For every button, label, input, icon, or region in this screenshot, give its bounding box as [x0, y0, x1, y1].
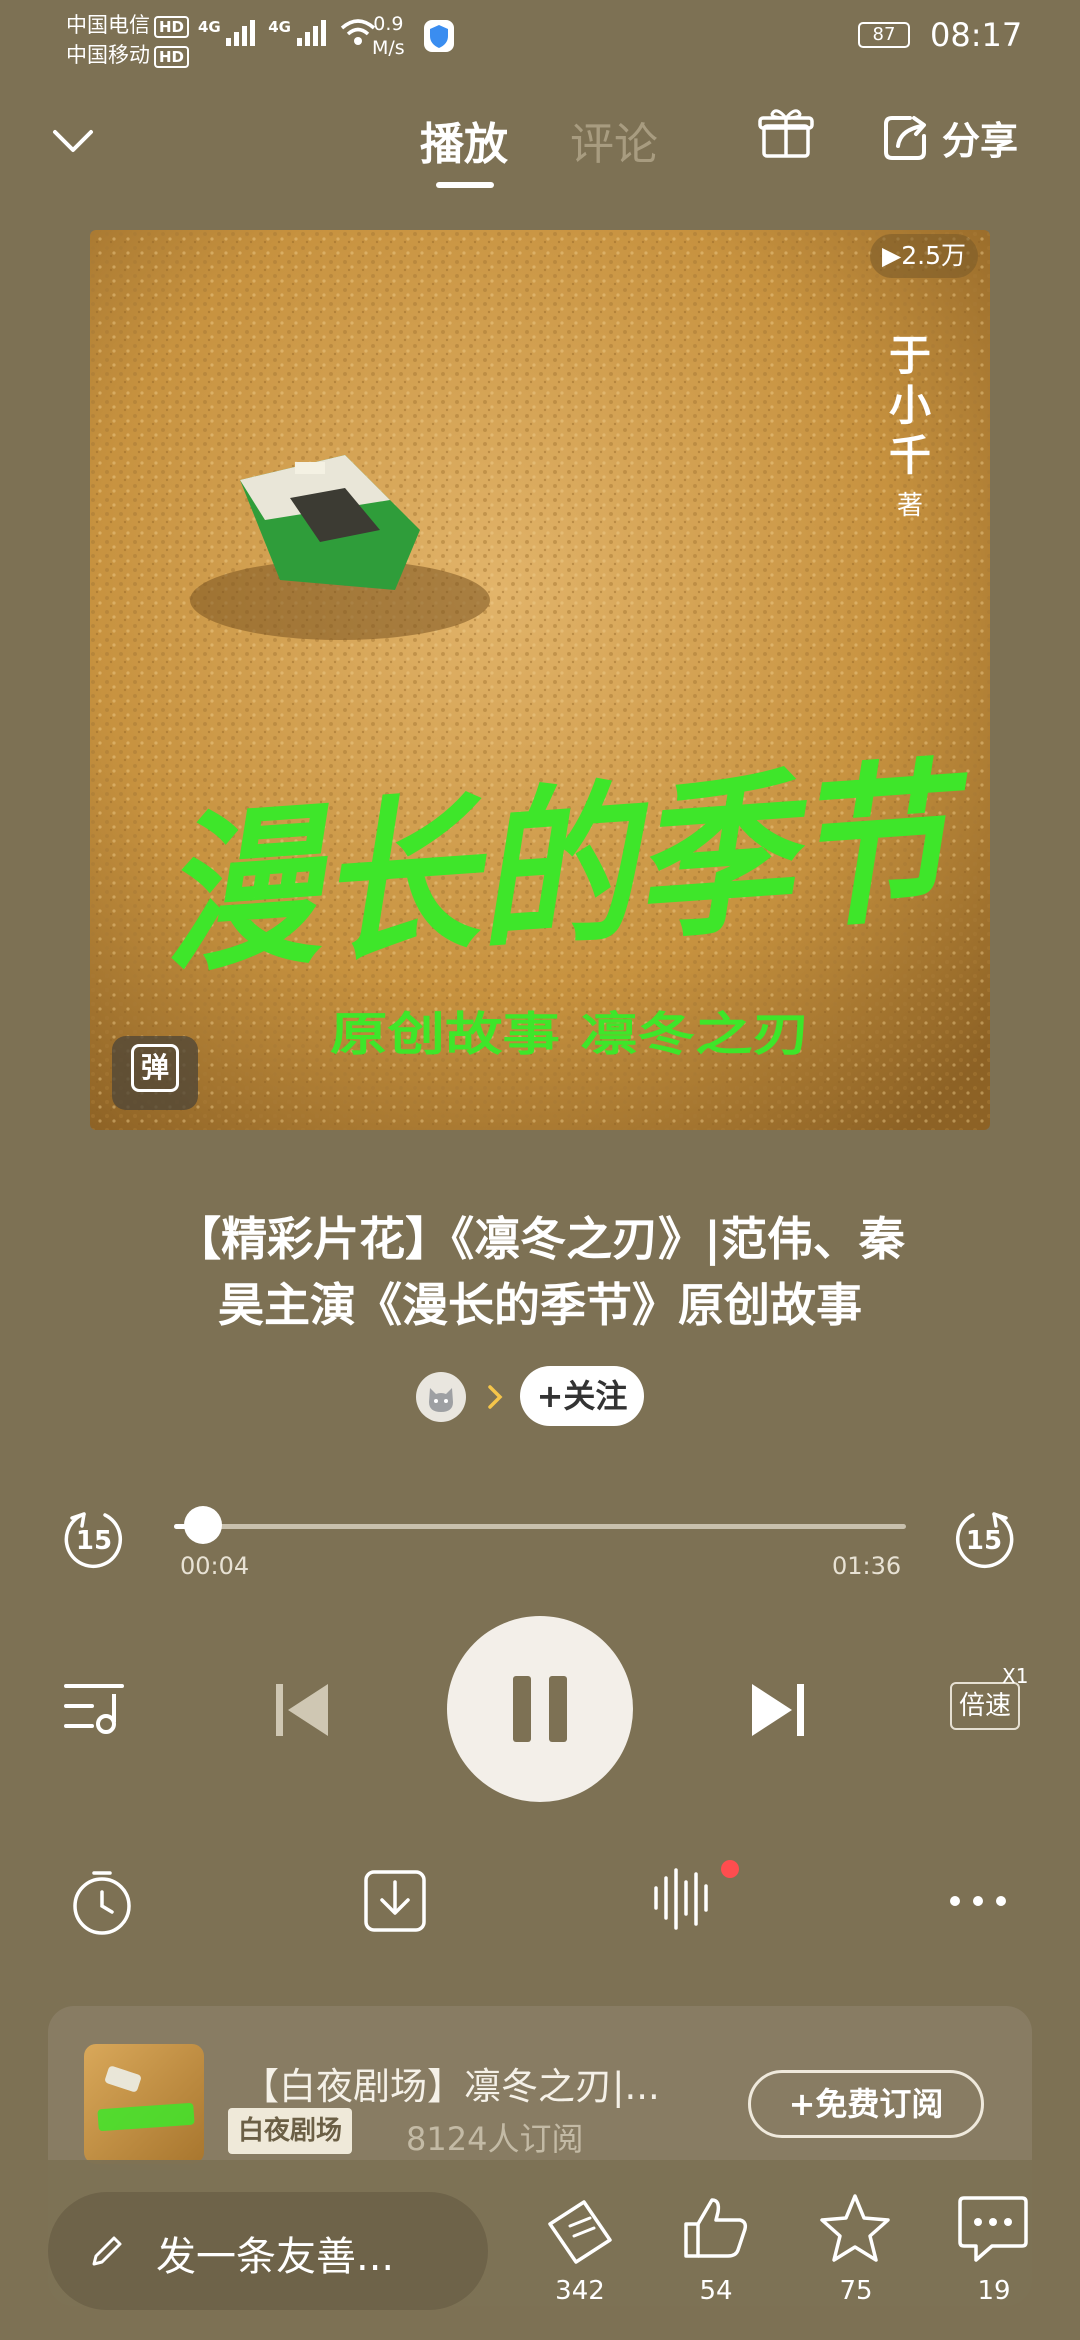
playback-speed-button[interactable]: 倍速	[950, 1682, 1020, 1730]
author-char-2: 小	[889, 381, 931, 430]
status-time: 08:17	[930, 16, 1023, 54]
speed-label: 倍速	[958, 1691, 1011, 1721]
comment-input[interactable]: 发一条友善...	[48, 2192, 488, 2310]
gift-icon[interactable]	[758, 108, 814, 160]
skip-back-label: 15	[76, 1526, 112, 1556]
progress-knob[interactable]	[184, 1506, 223, 1544]
network-type-1: 4G	[198, 18, 221, 36]
play-count: 2.5万	[901, 241, 966, 270]
album-thumbnail[interactable]	[84, 2044, 204, 2164]
follow-button[interactable]: +关注	[520, 1366, 644, 1426]
download-icon[interactable]	[362, 1868, 428, 1934]
sound-effect-icon[interactable]	[650, 1858, 730, 1934]
tab-comment[interactable]: 评论	[570, 108, 658, 172]
total-time: 01:36	[832, 1552, 902, 1580]
progress-track[interactable]	[174, 1524, 906, 1529]
play-count-icon: ▶	[882, 241, 902, 270]
hd-badge: HD	[154, 16, 190, 38]
comment-placeholder: 发一条友善...	[156, 2234, 395, 2280]
shield-icon	[424, 20, 454, 52]
like-count: 54	[699, 2276, 733, 2306]
hd-badge: HD	[154, 46, 190, 68]
carrier-name-1: 中国电信	[66, 13, 150, 37]
track-title: 【精彩片花】《凛冬之刃》|范伟、秦 昊主演《漫长的季节》原创故事	[110, 1206, 970, 1338]
share-label: 分享	[942, 119, 1019, 163]
play-count-badge: ▶2.5万	[870, 234, 978, 278]
cover-illustration: 漫长的季节 原创故事 凛冬之刃 于 小 千 著	[90, 230, 990, 1130]
favorite-star-icon[interactable]	[818, 2192, 892, 2264]
cover-subtitle: 原创故事 凛冬之刃	[330, 1007, 810, 1061]
network-speed: 0.9 M/s	[372, 12, 405, 60]
cover-art[interactable]: 漫长的季节 原创故事 凛冬之刃 于 小 千 著 ▶2.5万 弹	[90, 230, 990, 1130]
current-time: 00:04	[180, 1552, 250, 1580]
speed-unit: M/s	[372, 37, 405, 59]
like-icon[interactable]	[680, 2194, 752, 2262]
collapse-chevron-icon[interactable]	[52, 128, 94, 154]
album-badge: 白夜剧场	[228, 2108, 353, 2154]
free-subscribe-button[interactable]: +免费订阅	[748, 2070, 984, 2138]
album-subscribers: 8124人订阅	[406, 2120, 584, 2158]
speed-multiplier: X1	[1002, 1664, 1029, 1688]
author-avatar[interactable]	[416, 1372, 466, 1422]
author-char-3: 千	[889, 431, 931, 480]
album-title[interactable]: 【白夜剧场】凛冬之刃|...	[242, 2056, 660, 2110]
speed-value: 0.9	[373, 13, 404, 35]
track-title-line-2: 昊主演《漫长的季节》原创故事	[218, 1278, 862, 1332]
ticket-icon[interactable]	[540, 2196, 616, 2266]
star-count: 75	[839, 2276, 873, 2306]
pause-button[interactable]	[447, 1616, 633, 1802]
skip-forward-15-icon[interactable]: 15	[952, 1506, 1018, 1572]
ticket-count: 342	[555, 2276, 605, 2306]
danmaku-toggle-button[interactable]: 弹	[112, 1036, 198, 1110]
skip-forward-label: 15	[966, 1526, 1002, 1556]
skip-back-15-icon[interactable]: 15	[60, 1506, 126, 1572]
signal-bars-icon	[296, 20, 329, 46]
share-button[interactable]: 分享	[880, 110, 1018, 165]
author-char-1: 于	[889, 331, 931, 380]
share-icon	[884, 115, 926, 160]
carrier-info: 中国电信 HD 中国移动 HD	[66, 10, 190, 70]
next-track-icon[interactable]	[750, 1680, 806, 1740]
carrier-name-2: 中国移动	[66, 43, 150, 67]
notification-dot	[721, 1860, 739, 1878]
chevron-right-icon[interactable]	[486, 1384, 504, 1410]
playlist-icon[interactable]	[62, 1680, 128, 1736]
author-suffix: 著	[897, 491, 923, 521]
network-type-2: 4G	[268, 18, 291, 36]
track-title-line-1: 【精彩片花】《凛冬之刃》|范伟、秦	[175, 1212, 905, 1266]
more-options-icon[interactable]	[948, 1894, 1008, 1908]
tab-play[interactable]: 播放	[420, 108, 508, 172]
previous-track-icon[interactable]	[274, 1680, 330, 1740]
comment-count: 19	[977, 2276, 1011, 2306]
battery-level: 87	[872, 24, 896, 45]
battery-indicator: 87	[858, 22, 910, 48]
tab-indicator	[436, 182, 494, 188]
danmaku-icon: 弹	[131, 1044, 179, 1092]
signal-bars-icon	[226, 20, 258, 46]
sleep-timer-icon[interactable]	[70, 1868, 134, 1936]
pencil-icon	[92, 2236, 122, 2266]
signal-indicators: 4G 4G	[198, 18, 376, 46]
comment-icon[interactable]	[956, 2194, 1030, 2264]
pause-icon	[513, 1676, 567, 1742]
